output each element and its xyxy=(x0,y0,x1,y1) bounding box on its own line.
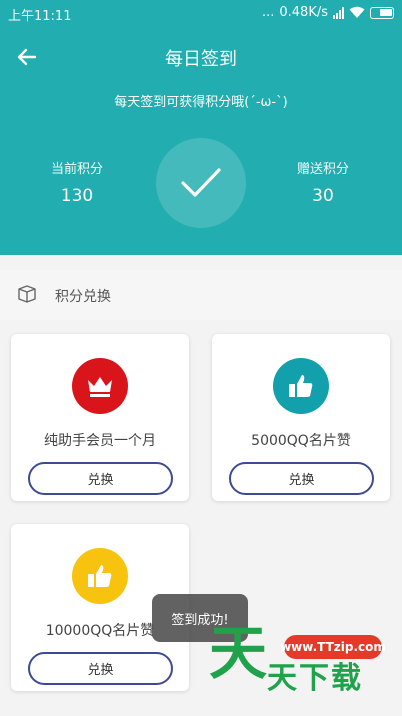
wifi-icon xyxy=(349,6,365,18)
crown-icon xyxy=(72,358,128,414)
check-icon xyxy=(181,168,221,197)
current-points: 当前积分 130 xyxy=(22,158,132,206)
section-header: 积分兑换 xyxy=(0,270,402,320)
bonus-points-label: 赠送积分 xyxy=(296,162,349,177)
thumbs-up-icon xyxy=(72,548,128,604)
reward-card: 纯助手会员一个月 兑换 xyxy=(11,334,189,501)
current-points-label: 当前积分 xyxy=(50,162,103,177)
page-subtitle: 每天签到可获得积分哦(´-ω-`) xyxy=(114,95,288,110)
reward-name: 5000QQ名片赞 xyxy=(251,433,351,449)
signal-icon xyxy=(333,6,344,19)
network-speed: 0.48K/s xyxy=(279,5,328,20)
current-points-value: 130 xyxy=(60,186,94,206)
section-title: 积分兑换 xyxy=(55,289,111,305)
status-dots: ... xyxy=(261,5,275,20)
header: 上午11:11 ... 0.48K/s 每日签到 每天签到可获得积分哦(´-ω-… xyxy=(0,0,402,255)
status-time: 上午11:11 xyxy=(8,9,72,24)
checkin-button[interactable] xyxy=(156,138,246,228)
status-bar: 上午11:11 ... 0.48K/s xyxy=(0,0,402,26)
thumbs-up-icon xyxy=(273,358,329,414)
gift-box-icon xyxy=(18,285,36,303)
watermark-url: www.TTzip.com xyxy=(280,635,386,659)
reward-card: 5000QQ名片赞 兑换 xyxy=(212,334,390,501)
watermark-logo: 天 xyxy=(209,619,268,687)
exchange-button[interactable]: 兑换 xyxy=(28,462,173,495)
exchange-button[interactable]: 兑换 xyxy=(229,462,374,495)
exchange-button[interactable]: 兑换 xyxy=(28,652,173,685)
bonus-points-value: 30 xyxy=(312,186,334,206)
status-right: ... 0.48K/s xyxy=(262,5,394,20)
page-title: 每日签到 xyxy=(165,49,237,70)
battery-icon xyxy=(370,6,394,19)
watermark-text: 天下载 xyxy=(267,661,363,696)
reward-name: 纯助手会员一个月 xyxy=(44,433,156,449)
bonus-points: 赠送积分 30 xyxy=(268,158,378,206)
